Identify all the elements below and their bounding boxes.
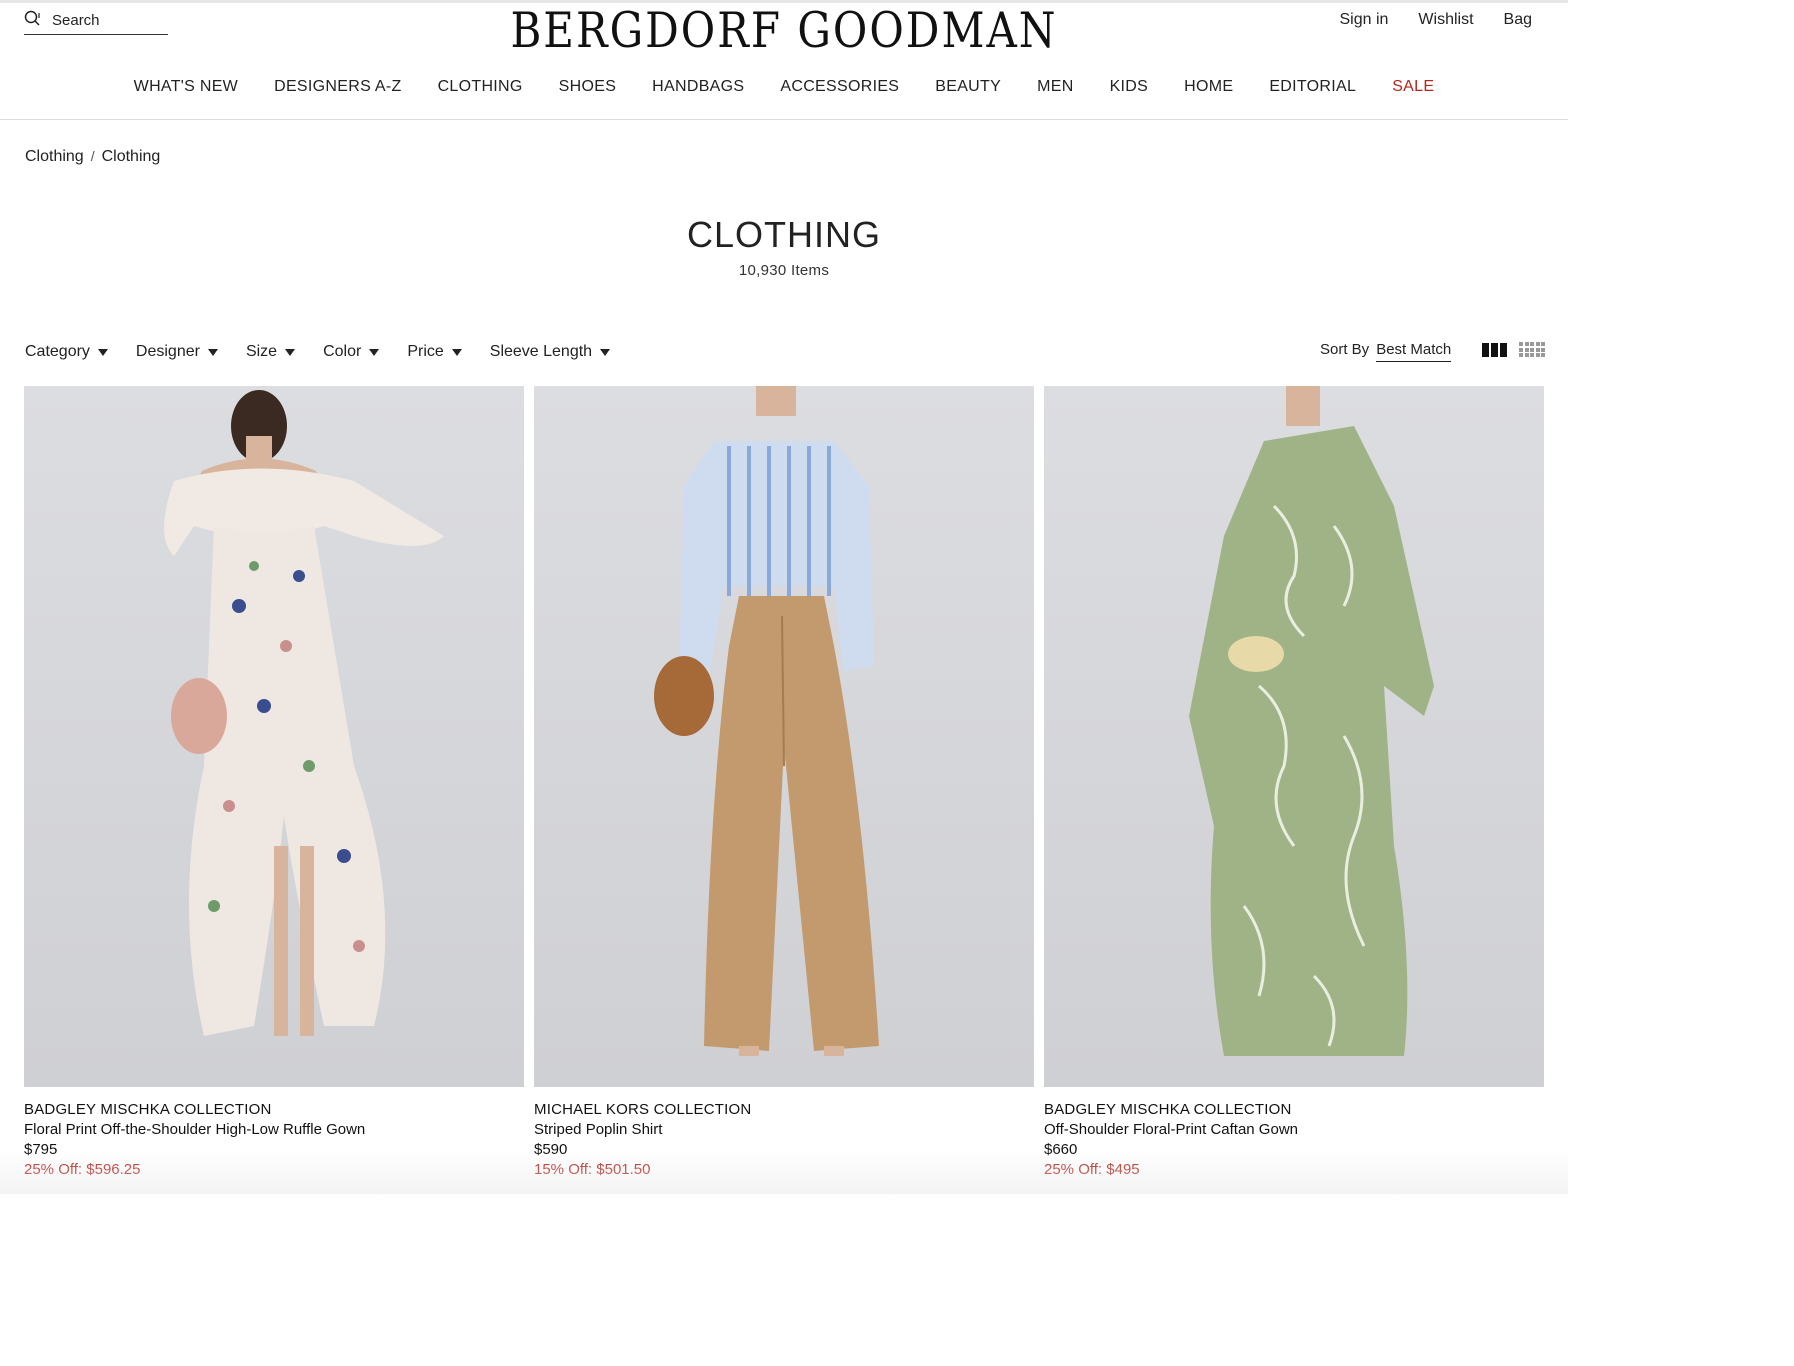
sort-label: Sort By: [1320, 341, 1370, 358]
filter-label: Designer: [135, 343, 200, 360]
caret-down-icon: [600, 348, 611, 356]
filter-designer[interactable]: Designer: [136, 343, 218, 361]
nav-item-editorial[interactable]: EDITORIAL: [1269, 78, 1356, 96]
filter-label: Size: [245, 343, 278, 360]
filter-size[interactable]: Size: [245, 343, 296, 361]
nav-item-sale[interactable]: SALE: [1392, 78, 1434, 96]
product-price: $590: [534, 1141, 568, 1158]
filter-label: Color: [323, 343, 362, 360]
site-logo[interactable]: BERGDORF GOODMAN: [0, 2, 1568, 58]
breadcrumb-separator: /: [90, 148, 95, 164]
breadcrumb: Clothing / Clothing: [25, 148, 160, 166]
product-promo-price: 15% Off: $501.50: [534, 1161, 651, 1178]
product-price: $660: [1044, 1141, 1078, 1158]
grid-5-column-icon[interactable]: [1519, 342, 1546, 358]
filter-bar: Category Designer Size Color Price Sleev…: [25, 343, 611, 361]
product-name: Floral Print Off-the-Shoulder High-Low R…: [24, 1121, 366, 1138]
product-image[interactable]: [24, 386, 524, 1087]
filter-label: Sleeve Length: [489, 343, 593, 360]
nav-item-clothing[interactable]: CLOTHING: [438, 78, 523, 96]
filter-label: Price: [407, 343, 444, 360]
nav-item-accessories[interactable]: ACCESSORIES: [780, 78, 899, 96]
caret-down-icon: [369, 348, 380, 356]
page-title: CLOTHING: [686, 214, 881, 255]
caret-down-icon: [97, 348, 108, 356]
nav-item-home[interactable]: HOME: [1184, 78, 1233, 96]
product-card[interactable]: BADGLEY MISCHKA COLLECTION Off-Shoulder …: [1044, 386, 1544, 1178]
product-price: $795: [24, 1141, 58, 1158]
product-grid: BADGLEY MISCHKA COLLECTION Floral Print …: [24, 386, 1546, 1178]
nav-item-kids[interactable]: KIDS: [1110, 78, 1149, 96]
floral-gown-illustration: [164, 390, 444, 1036]
product-designer: BADGLEY MISCHKA COLLECTION: [1044, 1101, 1292, 1118]
product-card[interactable]: BADGLEY MISCHKA COLLECTION Floral Print …: [24, 386, 524, 1178]
main-navigation: WHAT'S NEW DESIGNERS A-Z CLOTHING SHOES …: [0, 78, 1568, 96]
nav-divider: [0, 119, 1568, 120]
nav-item-men[interactable]: MEN: [1037, 78, 1073, 96]
item-count: 10,930 Items: [738, 262, 830, 279]
nav-item-beauty[interactable]: BEAUTY: [935, 78, 1001, 96]
sign-in-link[interactable]: Sign in: [1340, 11, 1389, 29]
sort-select[interactable]: Best Match: [1376, 341, 1452, 362]
product-card[interactable]: MICHAEL KORS COLLECTION Striped Poplin S…: [534, 386, 1034, 1178]
product-image[interactable]: [1044, 386, 1544, 1087]
caret-down-icon: [285, 348, 296, 356]
caret-down-icon: [207, 348, 218, 356]
filter-price[interactable]: Price: [407, 343, 462, 361]
nav-item-shoes[interactable]: SHOES: [559, 78, 617, 96]
breadcrumb-item[interactable]: Clothing: [102, 148, 161, 166]
product-name: Off-Shoulder Floral-Print Caftan Gown: [1044, 1121, 1298, 1138]
filter-label: Category: [25, 343, 90, 360]
grid-3-column-icon[interactable]: [1482, 343, 1507, 357]
caret-down-icon: [451, 348, 462, 356]
filter-category[interactable]: Category: [25, 343, 108, 361]
caftan-gown-illustration: [1189, 386, 1434, 1056]
product-designer: MICHAEL KORS COLLECTION: [534, 1101, 752, 1118]
nav-item-handbags[interactable]: HANDBAGS: [652, 78, 744, 96]
sort-control: Sort By Best Match: [1320, 341, 1452, 362]
product-promo-price: 25% Off: $596.25: [24, 1161, 141, 1178]
product-image[interactable]: [534, 386, 1034, 1087]
product-name: Striped Poplin Shirt: [534, 1121, 663, 1138]
bag-link[interactable]: Bag: [1504, 11, 1532, 29]
account-links: Sign in Wishlist Bag: [1340, 11, 1533, 29]
filter-sleeve-length[interactable]: Sleeve Length: [489, 343, 611, 361]
nav-item-whats-new[interactable]: WHAT'S NEW: [134, 78, 238, 96]
wishlist-link[interactable]: Wishlist: [1418, 11, 1473, 29]
filter-color[interactable]: Color: [323, 343, 380, 361]
striped-shirt-illustration: [654, 386, 879, 1056]
product-designer: BADGLEY MISCHKA COLLECTION: [24, 1101, 272, 1118]
breadcrumb-item[interactable]: Clothing: [25, 148, 84, 166]
nav-item-designers[interactable]: DESIGNERS A-Z: [274, 78, 401, 96]
product-promo-price: 25% Off: $495: [1044, 1161, 1140, 1178]
